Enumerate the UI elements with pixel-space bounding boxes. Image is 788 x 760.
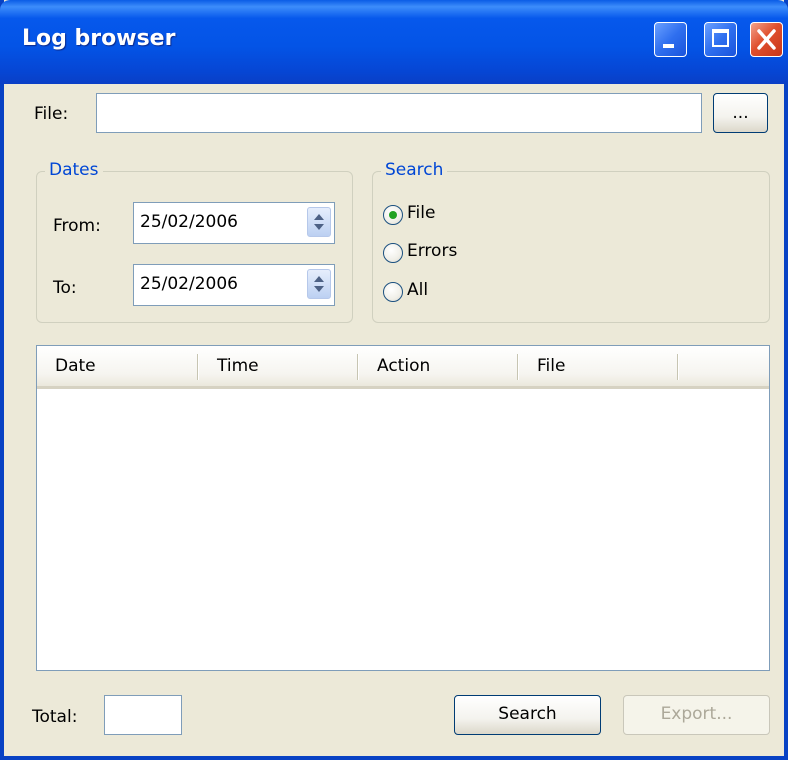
file-label: File: (34, 104, 69, 124)
title-bar[interactable]: Log browser (0, 0, 788, 84)
radio-selected-dot (389, 211, 397, 219)
file-path-input[interactable] (96, 93, 702, 133)
close-button[interactable] (750, 22, 783, 57)
total-label: Total: (32, 707, 78, 727)
from-date-picker[interactable]: 25/02/2006 (133, 202, 335, 244)
column-header-date[interactable]: Date (37, 346, 197, 386)
minimize-button[interactable] (654, 22, 687, 57)
maximize-button[interactable] (704, 22, 737, 57)
from-date-spinner[interactable] (307, 207, 331, 237)
log-list-view[interactable]: Date Time Action File (36, 345, 770, 671)
search-button[interactable]: Search (454, 695, 601, 735)
dates-group-title: Dates (45, 160, 103, 180)
list-body[interactable] (37, 389, 769, 670)
total-field[interactable] (104, 695, 182, 735)
spin-up-icon (314, 276, 324, 282)
window-title: Log browser (22, 26, 176, 51)
list-header: Date Time Action File (37, 346, 769, 389)
close-icon (757, 29, 776, 50)
spin-down-icon (314, 224, 324, 230)
search-group: Search File Errors All (372, 160, 770, 323)
radio-all-label: All (407, 280, 429, 300)
export-button[interactable]: Export... (623, 695, 770, 735)
spin-up-icon (314, 214, 324, 220)
column-header-file[interactable]: File (519, 346, 677, 386)
dates-group: Dates From: 25/02/2006 To: 25/02/2006 (36, 160, 353, 323)
to-label: To: (53, 278, 77, 298)
maximize-icon (712, 29, 729, 47)
browse-button[interactable]: ... (713, 93, 768, 133)
radio-button[interactable] (383, 205, 403, 225)
spin-down-icon (314, 286, 324, 292)
radio-button[interactable] (383, 282, 403, 302)
log-browser-window: Log browser File: ... Dates From: 25/02/… (0, 0, 788, 760)
search-group-title: Search (381, 160, 448, 180)
to-date-spinner[interactable] (307, 269, 331, 299)
column-header-action[interactable]: Action (359, 346, 517, 386)
column-divider[interactable] (677, 354, 679, 380)
from-label: From: (53, 216, 101, 236)
to-date-value: 25/02/2006 (140, 274, 238, 294)
minimize-icon (663, 44, 674, 48)
column-header-time[interactable]: Time (199, 346, 357, 386)
radio-file-label: File (407, 203, 436, 223)
to-date-picker[interactable]: 25/02/2006 (133, 264, 335, 306)
from-date-value: 25/02/2006 (140, 212, 238, 232)
radio-button[interactable] (383, 243, 403, 263)
radio-errors-label: Errors (407, 241, 458, 261)
